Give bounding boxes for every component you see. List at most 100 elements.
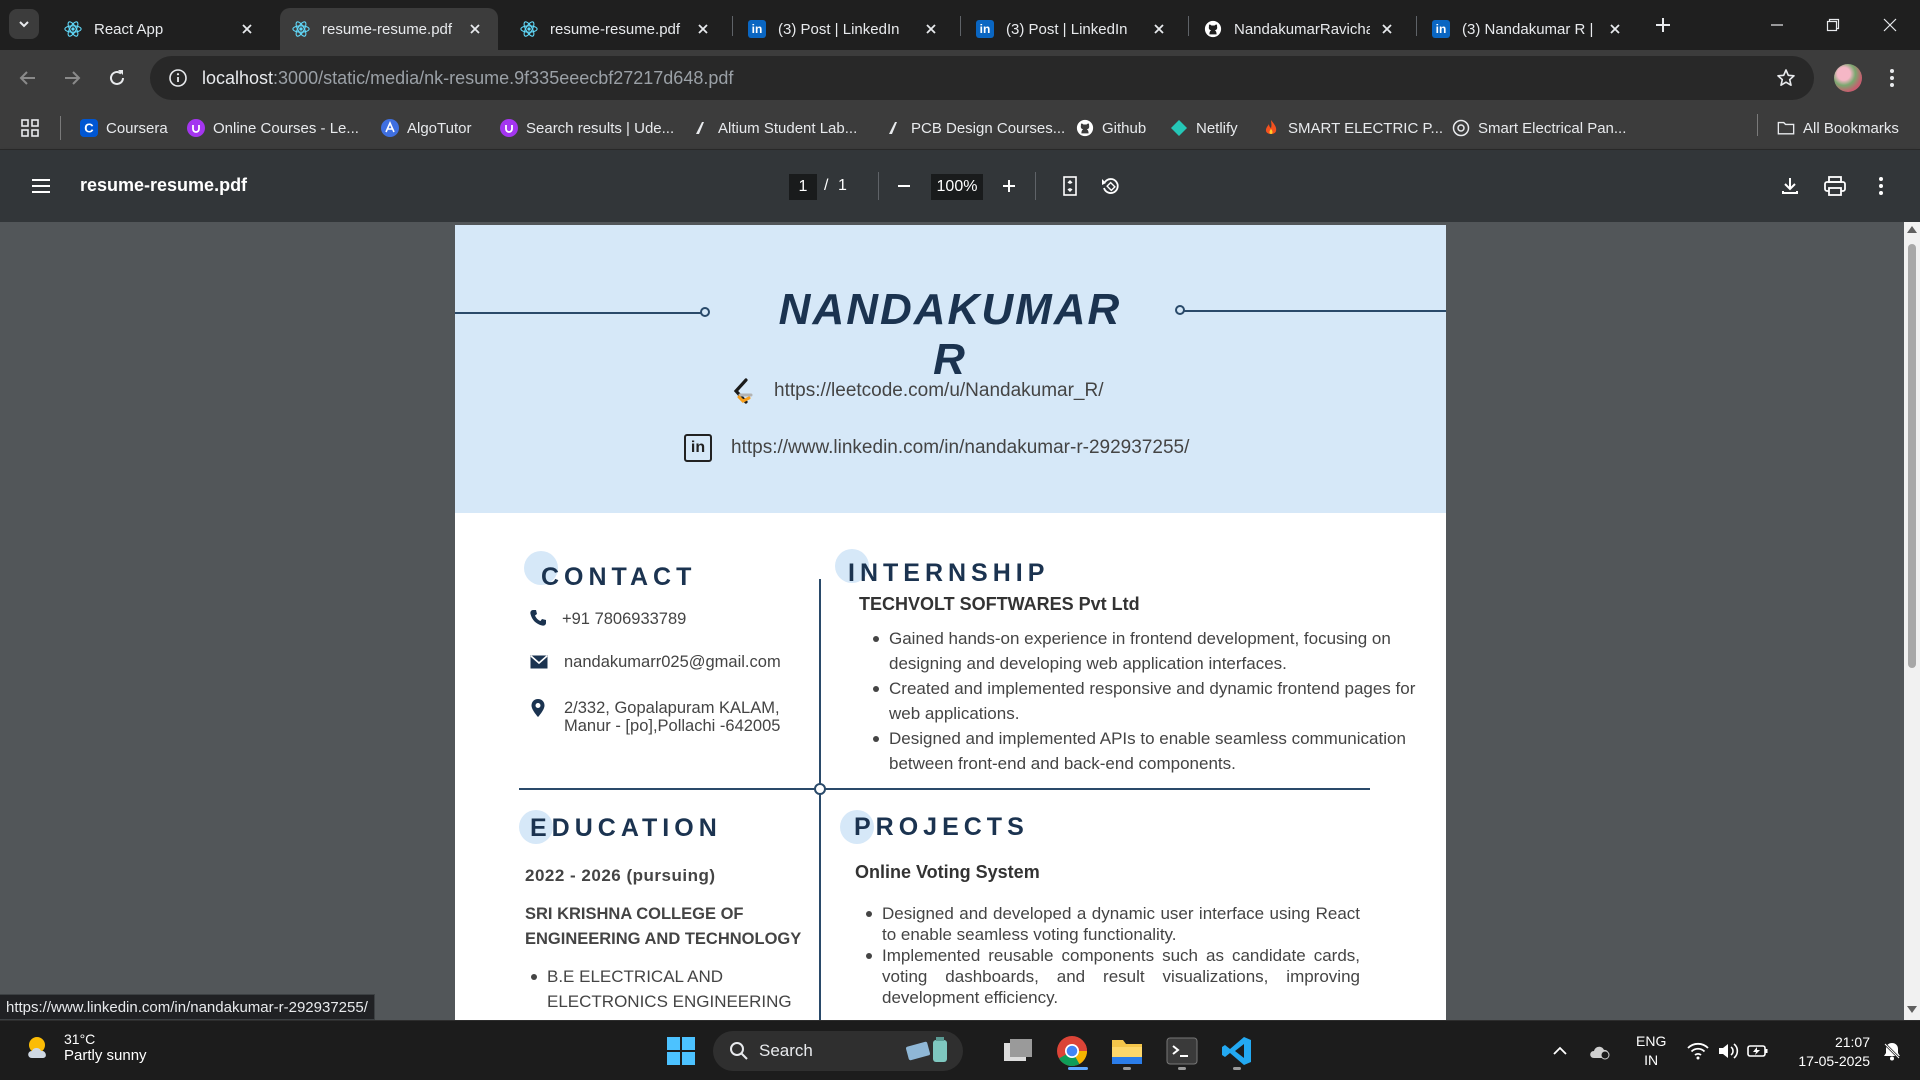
bookmark-github[interactable]: Github	[1076, 114, 1146, 142]
close-window-button[interactable]	[1877, 12, 1903, 38]
forward-button[interactable]	[56, 62, 88, 94]
tab-title: (3) Post | LinkedIn	[778, 20, 900, 38]
clock[interactable]: 21:07 17-05-2025	[1780, 1033, 1870, 1071]
close-icon[interactable]	[922, 20, 940, 38]
notifications-button[interactable]	[1872, 1031, 1912, 1071]
bookmark-netlify[interactable]: Netlify	[1170, 114, 1238, 142]
tab-react-app[interactable]: React App	[52, 8, 270, 50]
battery-button[interactable]	[1742, 1031, 1774, 1071]
language-indicator[interactable]: ENG IN	[1636, 1032, 1666, 1070]
linkedin-link[interactable]: https://www.linkedin.com/in/nandakumar-r…	[731, 437, 1189, 459]
bookmark-online-courses[interactable]: Online Courses - Le...	[187, 114, 359, 142]
tab-linkedin-post[interactable]: in (3) Post | LinkedIn	[736, 8, 954, 50]
tab-linkedin-post-2[interactable]: in (3) Post | LinkedIn	[964, 8, 1182, 50]
internship-heading: INTERNSHIP	[848, 559, 1050, 587]
temperature: 31°C	[64, 1031, 96, 1047]
taskbar-terminal[interactable]	[1160, 1029, 1204, 1073]
clock-time: 21:07	[1834, 1034, 1870, 1050]
all-bookmarks-button[interactable]: All Bookmarks	[1777, 114, 1899, 142]
taskbar-search[interactable]: Search	[713, 1031, 963, 1071]
profile-avatar[interactable]	[1834, 64, 1862, 92]
pdf-viewport[interactable]: NANDAKUMAR R https://leetcode.com/u/Nand…	[0, 222, 1920, 1020]
apps-grid-icon	[21, 119, 39, 137]
back-button[interactable]	[12, 62, 44, 94]
weather-condition: Partly sunny	[64, 1047, 147, 1064]
reload-button[interactable]	[101, 62, 133, 94]
flame-icon	[1262, 119, 1280, 137]
taskbar-chrome[interactable]	[1050, 1029, 1094, 1073]
bookmark-pcb-design[interactable]: PCB Design Courses...	[885, 114, 1065, 142]
udemy-icon	[187, 119, 205, 137]
onedrive-button[interactable]	[1580, 1031, 1620, 1071]
udemy-icon	[500, 119, 518, 137]
tab-strip: React App resume-resume.pdf resume-resum…	[0, 0, 1920, 50]
minimize-button[interactable]	[1764, 12, 1790, 38]
zoom-input[interactable]: 100%	[931, 174, 983, 200]
header-rule-dot	[1175, 305, 1185, 315]
close-icon[interactable]	[1150, 20, 1168, 38]
close-icon[interactable]	[1606, 20, 1624, 38]
tab-resume[interactable]: resume-resume.pdf	[508, 8, 726, 50]
bookmark-algotutor[interactable]: AlgoTutor	[381, 114, 471, 142]
bookmark-coursera[interactable]: C Coursera	[80, 114, 168, 142]
bookmark-udemy-search[interactable]: Search results | Ude...	[500, 114, 674, 142]
wifi-button[interactable]	[1680, 1031, 1716, 1071]
task-view-button[interactable]	[996, 1029, 1040, 1073]
scrollbar-thumb[interactable]	[1908, 244, 1916, 668]
sidebar-menu-button[interactable]	[27, 172, 55, 200]
zoom-in-button[interactable]	[995, 172, 1023, 200]
list-item: Designed and developed a dynamic user in…	[860, 903, 1360, 945]
close-icon[interactable]	[238, 20, 256, 38]
close-icon[interactable]	[466, 20, 484, 38]
notification-bell-icon	[1884, 1043, 1900, 1061]
chrome-icon	[1057, 1036, 1087, 1067]
bookmark-smart-electric[interactable]: SMART ELECTRIC P...	[1262, 114, 1443, 142]
folder-icon	[1777, 119, 1795, 137]
page-total: 1	[838, 177, 847, 194]
volume-button[interactable]	[1712, 1031, 1744, 1071]
start-button[interactable]	[659, 1029, 703, 1073]
scroll-up-arrow[interactable]	[1907, 226, 1917, 233]
bookmark-label: Online Courses - Le...	[213, 119, 359, 137]
bookmark-altium[interactable]: Altium Student Lab...	[692, 114, 857, 142]
task-view-icon	[1004, 1039, 1032, 1061]
tab-linkedin-profile[interactable]: in (3) Nandakumar R | Li	[1420, 8, 1638, 50]
education-years: 2022 - 2026 (pursuing)	[525, 866, 716, 885]
zoom-out-button[interactable]	[890, 172, 918, 200]
restore-button[interactable]	[1820, 12, 1846, 38]
close-icon[interactable]	[694, 20, 712, 38]
page-number-input[interactable]: 1	[789, 174, 817, 200]
download-button[interactable]	[1776, 172, 1804, 200]
pdf-more-button[interactable]	[1867, 172, 1895, 200]
new-tab-button[interactable]	[1650, 12, 1676, 38]
bookmark-star-icon[interactable]	[1774, 66, 1798, 90]
address-bar[interactable]: localhost:3000/static/media/nk-resume.9f…	[150, 56, 1814, 100]
tab-resume-active[interactable]: resume-resume.pdf	[280, 8, 498, 50]
scroll-down-arrow[interactable]	[1907, 1006, 1917, 1013]
print-button[interactable]	[1821, 172, 1849, 200]
taskbar-vscode[interactable]	[1215, 1029, 1259, 1073]
bookmark-label: SMART ELECTRIC P...	[1288, 119, 1444, 137]
all-bookmarks-label: All Bookmarks	[1803, 119, 1899, 137]
show-hidden-icons-button[interactable]	[1540, 1031, 1580, 1071]
rotate-button[interactable]	[1096, 172, 1124, 200]
leetcode-link[interactable]: https://leetcode.com/u/Nandakumar_R/	[774, 380, 1104, 402]
browser-menu-button[interactable]	[1880, 62, 1904, 94]
divider-dot	[814, 783, 826, 795]
bookmark-label: Altium Student Lab...	[718, 119, 858, 137]
taskbar-file-explorer[interactable]	[1105, 1029, 1149, 1073]
apps-button[interactable]	[20, 114, 40, 142]
header-rule-left	[455, 312, 705, 314]
github-icon	[1204, 20, 1222, 38]
algotutor-icon	[381, 119, 399, 137]
region-code: IN	[1644, 1052, 1659, 1068]
weather-widget[interactable]: 31°C Partly sunny	[24, 1031, 147, 1064]
tab-github[interactable]: NandakumarRavichan	[1192, 8, 1410, 50]
fit-page-button[interactable]	[1056, 172, 1084, 200]
vertical-scrollbar[interactable]	[1904, 222, 1920, 1020]
close-icon[interactable]	[1378, 20, 1396, 38]
site-info-icon[interactable]	[158, 58, 198, 98]
tab-search-button[interactable]	[9, 9, 39, 39]
bookmark-smart-electrical-panel[interactable]: Smart Electrical Pan...	[1452, 114, 1626, 142]
battery-charging-icon	[1747, 1045, 1768, 1057]
